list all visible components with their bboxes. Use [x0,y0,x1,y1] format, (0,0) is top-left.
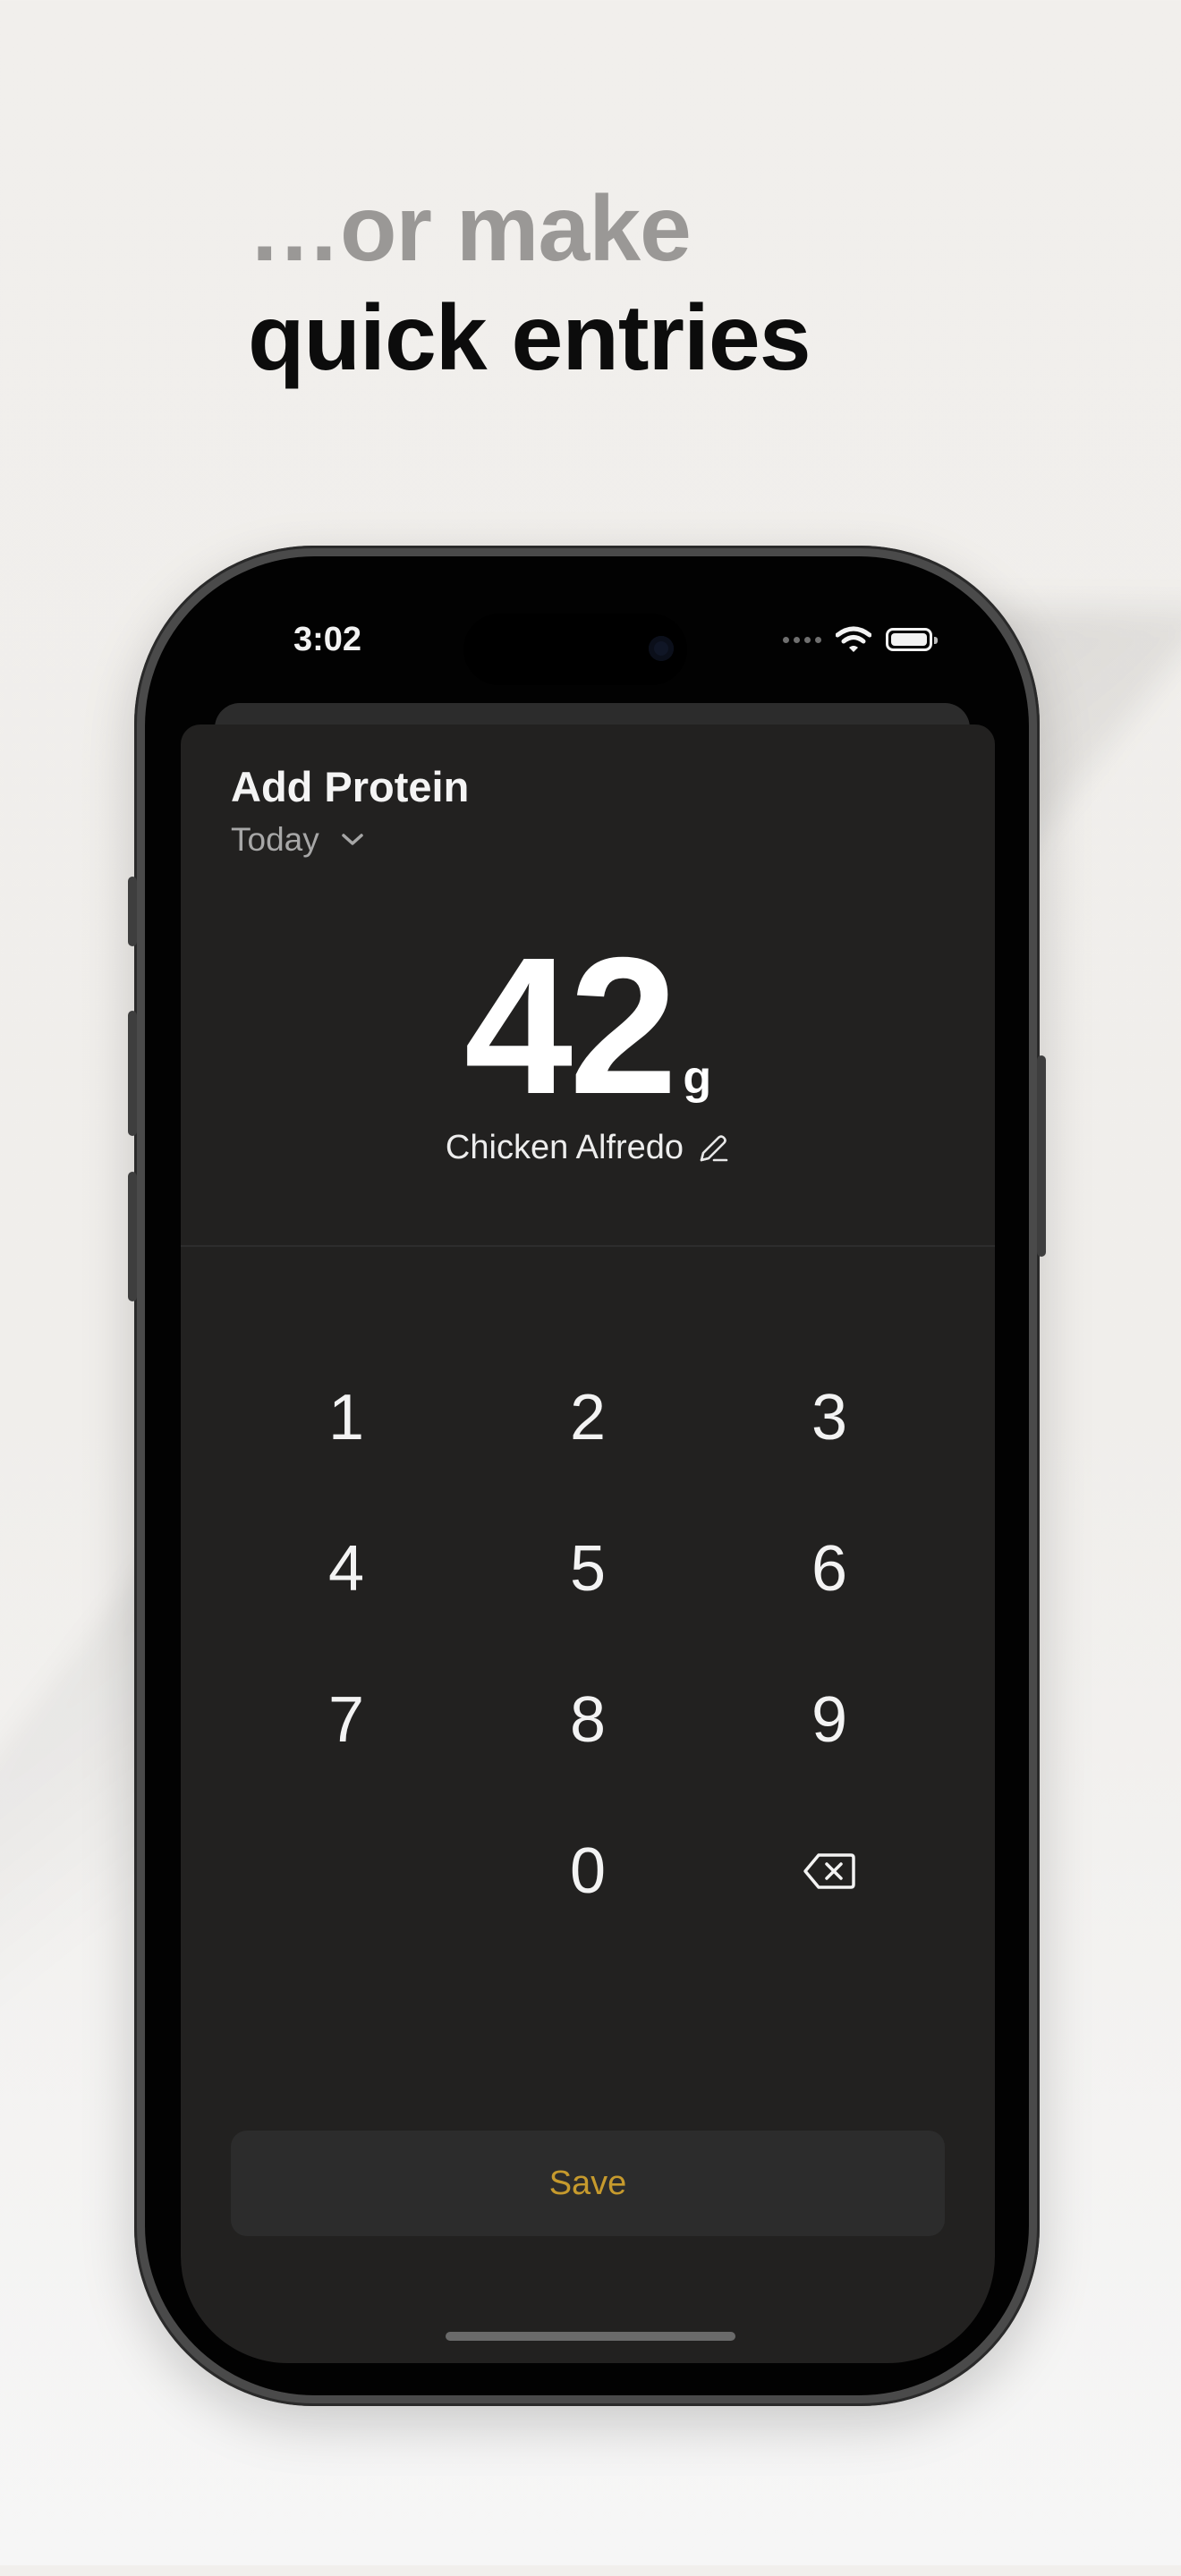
home-indicator [446,2332,735,2341]
camera-icon [649,636,674,661]
protein-unit: g [683,1052,712,1104]
key-4[interactable]: 4 [225,1493,467,1644]
action-button [128,877,137,946]
wifi-icon [836,626,871,652]
protein-amount-display: 42 g [181,928,995,1125]
status-icons [783,626,938,653]
numeric-keypad: 1 2 3 4 5 6 7 8 9 0 [225,1342,950,1946]
food-name-editor[interactable]: Chicken Alfredo [181,1129,995,1167]
delete-key[interactable] [709,1795,950,1946]
key-9[interactable]: 9 [709,1644,950,1795]
add-protein-sheet: Add Protein Today 42 g Chicken Alfredo 1 … [181,724,995,2363]
power-button [1037,1055,1046,1257]
chevron-down-icon [341,834,363,845]
protein-amount: 42 [463,918,677,1135]
key-3[interactable]: 3 [709,1342,950,1493]
save-button[interactable]: Save [231,2131,945,2236]
key-8[interactable]: 8 [467,1644,709,1795]
key-0[interactable]: 0 [467,1795,709,1946]
backspace-icon [803,1852,855,1889]
pencil-icon [700,1134,728,1161]
status-time: 3:02 [293,621,362,658]
key-1[interactable]: 1 [225,1342,467,1493]
headline-line-1: …or make [248,177,692,281]
date-label: Today [231,821,319,858]
key-7[interactable]: 7 [225,1644,467,1795]
marketing-headline: …or make quick entries [248,174,811,393]
food-name: Chicken Alfredo [445,1129,684,1166]
sheet-title: Add Protein [231,763,470,810]
key-2[interactable]: 2 [467,1342,709,1493]
volume-down-button [128,1172,137,1301]
volume-up-button [128,1011,137,1136]
battery-icon [886,628,938,651]
date-selector[interactable]: Today [231,821,366,859]
key-6[interactable]: 6 [709,1493,950,1644]
divider [181,1245,995,1247]
headline-line-2: quick entries [248,286,811,390]
signal-dots-icon [783,636,821,643]
key-empty [225,1795,467,1946]
key-5[interactable]: 5 [467,1493,709,1644]
